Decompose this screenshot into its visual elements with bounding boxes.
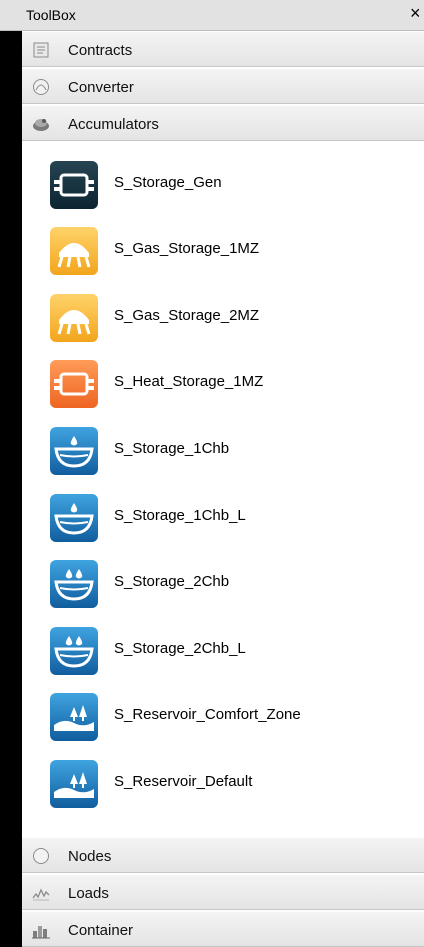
section-contracts[interactable]: Contracts bbox=[22, 31, 424, 67]
toolbox-title: ToolBox bbox=[26, 7, 76, 23]
section-accumulators[interactable]: Accumulators bbox=[22, 105, 424, 141]
gas-storage-icon bbox=[50, 227, 98, 275]
toolbox-title-bar: ToolBox × bbox=[0, 0, 424, 31]
item-label: S_Reservoir_Default bbox=[114, 773, 253, 790]
toolbox-content: Contracts Converter Accumulators S_Stora… bbox=[22, 31, 424, 947]
item-label: S_Storage_Gen bbox=[114, 174, 222, 191]
heat-storage-icon bbox=[50, 360, 98, 408]
accumulator-icon bbox=[32, 115, 50, 133]
reservoir-icon bbox=[50, 760, 98, 808]
section-label: Accumulators bbox=[68, 116, 159, 133]
item-label: S_Storage_2Chb_L bbox=[114, 640, 246, 657]
close-icon[interactable]: × bbox=[410, 3, 421, 23]
item-label: S_Gas_Storage_2MZ bbox=[114, 307, 260, 324]
section-loads[interactable]: Loads bbox=[22, 874, 424, 910]
section-container[interactable]: Container bbox=[22, 911, 424, 947]
toolbox-panel: ToolBox × Contracts Converter Accumulato… bbox=[0, 0, 424, 947]
section-label: Container bbox=[68, 922, 134, 939]
gas-storage-icon bbox=[50, 294, 98, 342]
list-item-s-gas-storage-2mz[interactable]: S_Gas_Storage_2MZ bbox=[22, 288, 424, 348]
item-label: S_Heat_Storage_1MZ bbox=[114, 373, 264, 390]
list-item-s-storage-2chb[interactable]: S_Storage_2Chb bbox=[22, 554, 424, 614]
list-item-s-storage-gen[interactable]: S_Storage_Gen bbox=[22, 155, 424, 215]
section-nodes[interactable]: Nodes bbox=[22, 837, 424, 873]
list-item-s-storage-2chb-l[interactable]: S_Storage_2Chb_L bbox=[22, 621, 424, 681]
item-label: S_Storage_1Chb bbox=[114, 440, 230, 457]
water-storage-two-drops-icon bbox=[50, 627, 98, 675]
list-item-s-reservoir-default[interactable]: S_Reservoir_Default bbox=[22, 754, 424, 814]
item-label: S_Reservoir_Comfort_Zone bbox=[114, 706, 301, 723]
converter-icon bbox=[32, 78, 50, 96]
list-item-s-storage-1chb[interactable]: S_Storage_1Chb bbox=[22, 421, 424, 481]
reservoir-icon bbox=[50, 693, 98, 741]
generic-storage-icon bbox=[50, 161, 98, 209]
water-storage-two-drops-icon bbox=[50, 560, 98, 608]
item-label: S_Storage_1Chb_L bbox=[114, 507, 246, 524]
water-storage-icon bbox=[50, 494, 98, 542]
section-converter[interactable]: Converter bbox=[22, 68, 424, 104]
nodes-icon bbox=[32, 847, 50, 865]
item-label: S_Storage_2Chb bbox=[114, 573, 230, 590]
item-label: S_Gas_Storage_1MZ bbox=[114, 240, 260, 257]
section-label: Converter bbox=[68, 79, 134, 96]
list-item-s-gas-storage-1mz[interactable]: S_Gas_Storage_1MZ bbox=[22, 221, 424, 281]
list-item-s-storage-1chb-l[interactable]: S_Storage_1Chb_L bbox=[22, 488, 424, 548]
list-item-s-reservoir-comfort-zone[interactable]: S_Reservoir_Comfort_Zone bbox=[22, 687, 424, 747]
contract-icon bbox=[32, 41, 50, 59]
section-label: Contracts bbox=[68, 42, 133, 59]
water-storage-icon bbox=[50, 427, 98, 475]
section-label: Loads bbox=[68, 885, 109, 902]
loads-icon bbox=[32, 884, 50, 902]
list-item-s-heat-storage-1mz[interactable]: S_Heat_Storage_1MZ bbox=[22, 354, 424, 414]
section-label: Nodes bbox=[68, 848, 112, 865]
container-icon bbox=[32, 921, 50, 939]
